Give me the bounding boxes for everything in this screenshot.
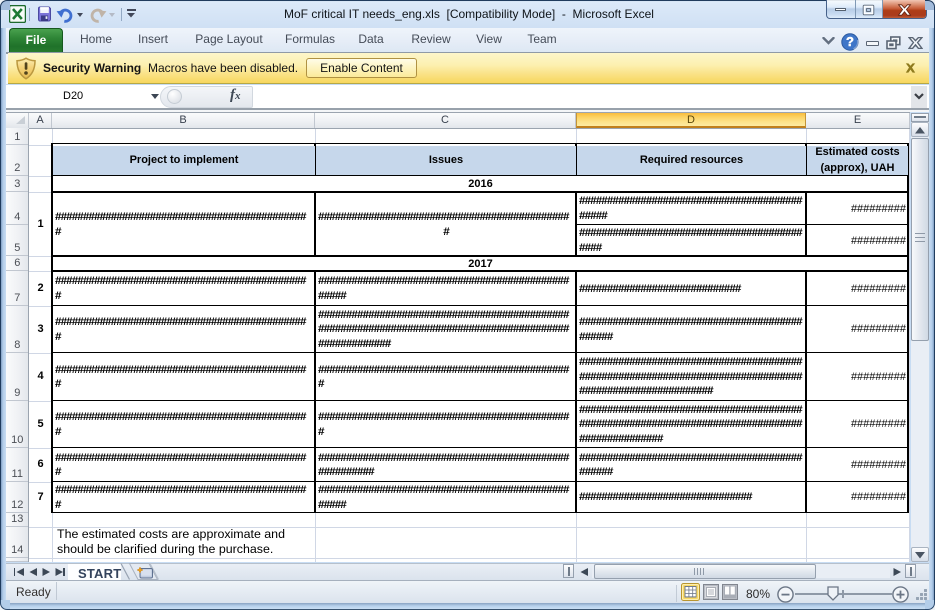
svg-text:?: ? bbox=[846, 34, 854, 49]
